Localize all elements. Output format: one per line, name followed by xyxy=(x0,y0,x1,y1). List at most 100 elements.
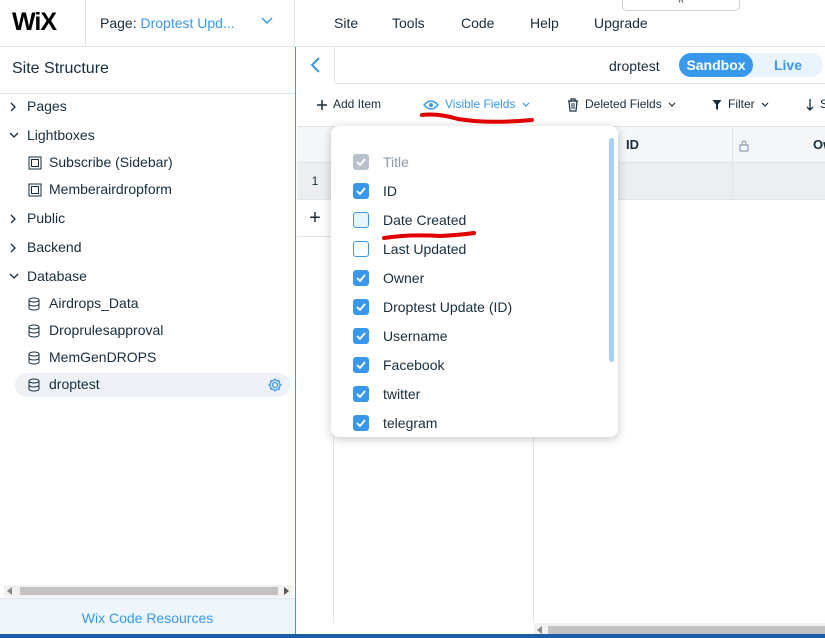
column-header-owner[interactable]: Ow xyxy=(813,137,825,152)
checkmark-icon xyxy=(356,332,366,340)
popover-scrollbar[interactable] xyxy=(609,138,614,362)
scrollbar-thumb[interactable] xyxy=(548,626,825,634)
lightbox-icon xyxy=(28,156,42,170)
tree-item-label: MemGenDROPS xyxy=(49,349,157,365)
scroll-left-arrow-icon[interactable] xyxy=(537,626,542,634)
tree-item-label: Database xyxy=(27,268,87,284)
arrow-down-icon xyxy=(806,98,814,111)
live-option[interactable]: Live xyxy=(753,53,823,77)
field-option-label: Last Updated xyxy=(383,241,467,257)
annotation-underline xyxy=(382,231,476,240)
tree-item-memberairdropform[interactable]: Memberairdropform xyxy=(0,178,295,202)
filter-icon xyxy=(712,99,722,110)
checkbox[interactable] xyxy=(353,270,369,286)
page-selector-value: Droptest Upd... xyxy=(140,15,235,31)
menu-upgrade[interactable]: Upgrade xyxy=(594,15,648,31)
checkbox[interactable] xyxy=(353,241,369,257)
menu-tools[interactable]: Tools xyxy=(392,15,425,31)
field-option-label: Droptest Update (ID) xyxy=(383,299,513,315)
field-option-label: twitter xyxy=(383,386,421,402)
sort-label: S xyxy=(820,97,825,111)
tree-item-database[interactable]: Database xyxy=(0,265,295,289)
menu-code[interactable]: Code xyxy=(461,15,494,31)
grid-line xyxy=(732,127,733,200)
add-item-button[interactable]: Add Item xyxy=(317,97,381,111)
tree-item-public[interactable]: Public xyxy=(0,207,295,231)
scroll-right-arrow-icon[interactable] xyxy=(284,587,289,595)
database-icon xyxy=(28,297,40,311)
deleted-fields-button[interactable]: Deleted Fields xyxy=(567,97,676,112)
tree-item-airdrops-data[interactable]: Airdrops_Data xyxy=(0,292,295,316)
wix-code-resources-link[interactable]: Wix Code Resources xyxy=(0,598,295,638)
taskbar-edge xyxy=(0,634,825,638)
tree-item-lightboxes[interactable]: Lightboxes xyxy=(0,124,295,148)
filter-label: Filter xyxy=(728,97,755,111)
checkbox[interactable] xyxy=(353,299,369,315)
checkmark-icon xyxy=(356,419,366,427)
checkbox[interactable] xyxy=(353,154,369,170)
tree-item-droptest[interactable]: droptest xyxy=(15,373,290,397)
field-option-label: Owner xyxy=(383,270,425,286)
tree-item-label: Droprulesapproval xyxy=(49,322,164,338)
tree-item-label: Airdrops_Data xyxy=(49,295,139,311)
tree-item-label: Lightboxes xyxy=(27,127,95,143)
page-selector-label: Page: Droptest Upd... xyxy=(100,15,235,31)
checkbox[interactable] xyxy=(353,415,369,431)
tree-item-pages[interactable]: Pages xyxy=(0,95,295,119)
column-header-id[interactable]: ID xyxy=(626,137,639,152)
scrollbar-thumb[interactable] xyxy=(20,587,278,595)
toolbar: Add Item Visible Fields Deleted Fields F… xyxy=(297,84,825,126)
deleted-fields-label: Deleted Fields xyxy=(585,97,662,111)
back-button[interactable] xyxy=(297,47,335,83)
plus-icon xyxy=(317,99,327,110)
checkmark-icon xyxy=(356,274,366,282)
chevron-down-icon xyxy=(9,273,19,279)
page-selector[interactable]: Page: Droptest Upd... xyxy=(85,0,295,46)
checkbox[interactable] xyxy=(353,357,369,373)
row-number: 1 xyxy=(311,174,319,188)
tree-item-droprulesapproval[interactable]: Droprulesapproval xyxy=(0,319,295,343)
checkbox[interactable] xyxy=(353,328,369,344)
tree-item-subscribe-sidebar[interactable]: Subscribe (Sidebar) xyxy=(0,151,295,175)
tree-item-label: Public xyxy=(27,210,66,226)
tree-item-label: droptest xyxy=(49,376,100,392)
checkmark-icon xyxy=(356,187,366,195)
field-option-label: Facebook xyxy=(383,357,445,373)
tree-item-backend[interactable]: Backend xyxy=(0,236,295,260)
filter-button[interactable]: Filter xyxy=(712,97,769,111)
visible-fields-button[interactable]: Visible Fields xyxy=(423,97,530,111)
checkbox[interactable] xyxy=(353,212,369,228)
chevron-right-icon xyxy=(10,102,16,112)
sort-button[interactable]: S xyxy=(806,97,825,111)
field-option-label: Date Created xyxy=(383,212,467,228)
wix-logo[interactable]: WiX xyxy=(12,8,57,37)
eye-icon xyxy=(423,100,439,110)
lock-icon xyxy=(739,140,749,152)
sandbox-live-toggle[interactable]: Sandbox Live xyxy=(679,53,823,77)
annotation-underline xyxy=(420,112,534,124)
checkmark-icon xyxy=(356,158,366,166)
field-option-label: Username xyxy=(383,328,448,344)
chevron-down-icon xyxy=(522,102,530,107)
sidebar-horizontal-scrollbar[interactable] xyxy=(4,585,292,597)
collection-name: droptest xyxy=(609,58,660,74)
sandbox-option[interactable]: Sandbox xyxy=(679,53,753,77)
field-option-label: Title xyxy=(383,154,409,170)
site-structure-sidebar: Site Structure Pages Lightboxes Subscrib… xyxy=(0,47,296,638)
checkmark-icon xyxy=(356,303,366,311)
top-bar: WiX Page: Droptest Upd... Site Tools Cod… xyxy=(0,0,825,47)
chevron-down-icon xyxy=(668,102,676,107)
menu-help[interactable]: Help xyxy=(530,15,559,31)
trash-icon xyxy=(568,98,578,112)
collapse-toolbar-tab[interactable]: ^ xyxy=(622,0,740,11)
checkmark-icon xyxy=(356,390,366,398)
tree-item-label: Subscribe (Sidebar) xyxy=(49,154,173,170)
menu-site[interactable]: Site xyxy=(334,15,358,31)
checkbox[interactable] xyxy=(353,386,369,402)
scroll-left-arrow-icon[interactable] xyxy=(7,587,12,595)
lightbox-icon xyxy=(28,183,42,197)
gear-icon[interactable] xyxy=(267,377,283,393)
tree-item-memgendrops[interactable]: MemGenDROPS xyxy=(0,346,295,370)
add-row-button[interactable]: + xyxy=(297,200,333,237)
checkbox[interactable] xyxy=(353,183,369,199)
